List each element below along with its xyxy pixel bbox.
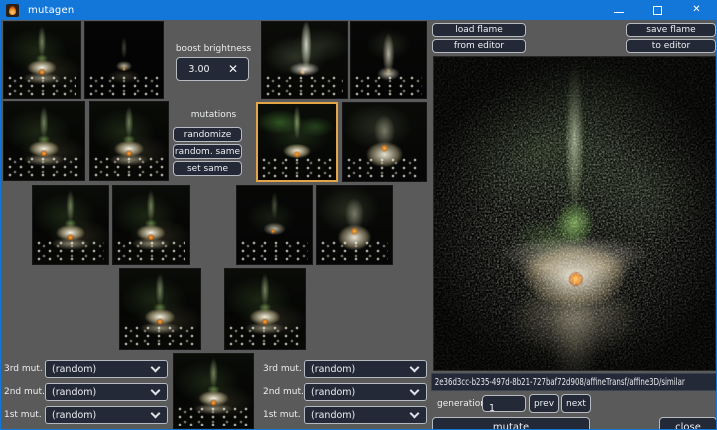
save-flame-button[interactable]: save flame bbox=[626, 23, 716, 37]
random-same-button[interactable]: random. same bbox=[173, 144, 242, 159]
randomize-button[interactable]: randomize bbox=[173, 127, 242, 142]
mutation-selector-row: 3rd mut. (random) bbox=[263, 360, 427, 378]
mutation-thumbnail[interactable] bbox=[316, 185, 393, 265]
second-mutation-label: 2nd mut. bbox=[263, 387, 304, 397]
mutation-thumbnail[interactable] bbox=[261, 21, 348, 99]
title-bar: mutagen ✕ bbox=[1, 0, 716, 20]
second-mutation-select-left[interactable]: (random) bbox=[45, 383, 168, 401]
maximize-icon bbox=[653, 6, 662, 15]
mutation-thumbnail[interactable] bbox=[173, 353, 254, 429]
boost-brightness-field: ✕ bbox=[176, 57, 249, 81]
mutation-thumbnail-selected[interactable] bbox=[256, 102, 338, 182]
selected-option: (random) bbox=[305, 364, 411, 375]
selected-option: (random) bbox=[46, 364, 152, 375]
chevron-down-icon bbox=[410, 362, 420, 372]
mutation-selector-row: 1st mut. (random) bbox=[4, 406, 168, 424]
mutation-thumbnail[interactable] bbox=[119, 268, 201, 350]
mutation-thumbnail[interactable] bbox=[84, 21, 164, 99]
generation-field bbox=[482, 395, 526, 412]
selected-option: (random) bbox=[46, 410, 152, 421]
maximize-button[interactable] bbox=[638, 0, 677, 20]
chevron-down-icon bbox=[410, 408, 420, 418]
mutation-selector-row: 2nd mut. (random) bbox=[263, 383, 427, 401]
generation-input[interactable] bbox=[483, 401, 525, 416]
load-flame-button[interactable]: load flame bbox=[432, 23, 526, 37]
third-mutation-label: 3rd mut. bbox=[4, 364, 45, 374]
to-editor-button[interactable]: to editor bbox=[626, 39, 716, 53]
prev-generation-button[interactable]: prev bbox=[529, 394, 559, 413]
selected-option: (random) bbox=[305, 410, 411, 421]
first-mutation-label: 1st mut. bbox=[4, 410, 45, 420]
chevron-down-icon bbox=[410, 385, 420, 395]
flame-path-text: 2e36d3cc-b235-497d-8b21-727baf72d908/aff… bbox=[432, 377, 685, 388]
generation-label: generation bbox=[437, 399, 486, 409]
mutagen-window: mutagen ✕ boost brightness ✕ mutations r… bbox=[0, 0, 717, 430]
mutation-thumbnail[interactable] bbox=[32, 185, 109, 265]
next-generation-button[interactable]: next bbox=[561, 394, 591, 413]
close-icon: ✕ bbox=[692, 5, 700, 15]
flame-preview[interactable] bbox=[433, 56, 716, 371]
mutation-thumbnail[interactable] bbox=[3, 21, 81, 99]
chevron-down-icon bbox=[151, 408, 161, 418]
clear-brightness-icon[interactable]: ✕ bbox=[221, 58, 245, 80]
mutation-thumbnail[interactable] bbox=[342, 102, 427, 182]
from-editor-button[interactable]: from editor bbox=[432, 39, 526, 53]
mutation-selector-row: 3rd mut. (random) bbox=[4, 360, 168, 378]
boost-brightness-input[interactable] bbox=[177, 58, 221, 80]
third-mutation-label: 3rd mut. bbox=[263, 364, 304, 374]
third-mutation-select-left[interactable]: (random) bbox=[45, 360, 168, 378]
mutation-selector-row: 1st mut. (random) bbox=[263, 406, 427, 424]
boost-brightness-label: boost brightness bbox=[171, 44, 256, 54]
mutation-thumbnail[interactable] bbox=[3, 101, 85, 181]
second-mutation-label: 2nd mut. bbox=[4, 387, 45, 397]
minimize-icon bbox=[614, 12, 624, 13]
mutation-thumbnail[interactable] bbox=[350, 21, 427, 99]
mutation-thumbnail[interactable] bbox=[224, 268, 306, 350]
flame-path-bar: 2e36d3cc-b235-497d-8b21-727baf72d908/aff… bbox=[431, 373, 717, 391]
selected-option: (random) bbox=[305, 387, 411, 398]
mutation-selector-row: 2nd mut. (random) bbox=[4, 383, 168, 401]
window-title: mutagen bbox=[28, 5, 74, 16]
first-mutation-select-right[interactable]: (random) bbox=[304, 406, 427, 424]
preview-vignette bbox=[434, 57, 715, 370]
chevron-down-icon bbox=[151, 362, 161, 372]
mutation-thumbnail[interactable] bbox=[236, 185, 313, 265]
first-mutation-select-left[interactable]: (random) bbox=[45, 406, 168, 424]
minimize-button[interactable] bbox=[599, 0, 638, 20]
window-controls: ✕ bbox=[599, 0, 716, 20]
close-window-button[interactable]: ✕ bbox=[677, 0, 716, 20]
mutate-button[interactable]: mutate bbox=[432, 417, 590, 430]
third-mutation-select-right[interactable]: (random) bbox=[304, 360, 427, 378]
app-flame-icon bbox=[6, 4, 19, 17]
mutation-thumbnail[interactable] bbox=[89, 101, 169, 181]
second-mutation-select-right[interactable]: (random) bbox=[304, 383, 427, 401]
first-mutation-label: 1st mut. bbox=[263, 410, 304, 420]
selected-option: (random) bbox=[46, 387, 152, 398]
mutations-label: mutations bbox=[171, 110, 256, 120]
set-same-button[interactable]: set same bbox=[173, 161, 242, 176]
chevron-down-icon bbox=[151, 385, 161, 395]
mutation-thumbnail[interactable] bbox=[112, 185, 190, 265]
close-button[interactable]: close bbox=[659, 417, 717, 430]
